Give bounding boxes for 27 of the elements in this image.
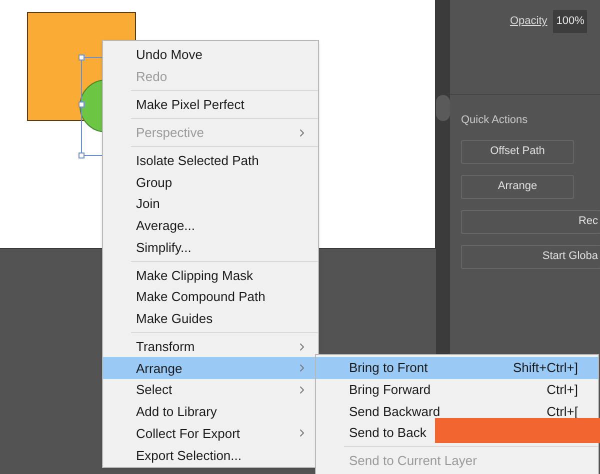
- menu-item[interactable]: Transform: [103, 336, 318, 358]
- menu-item[interactable]: Make Pixel Perfect: [103, 94, 318, 116]
- action-button[interactable]: Rec: [461, 210, 600, 234]
- menu-item[interactable]: Add to Library: [103, 400, 318, 422]
- opacity-field[interactable]: 100%: [553, 10, 588, 32]
- menu-item[interactable]: Collect For Export: [103, 422, 318, 444]
- menu-item[interactable]: Arrange: [103, 357, 318, 380]
- menu-item[interactable]: Bring Forward Ctrl+]: [316, 378, 598, 400]
- action-button[interactable]: Arrange: [461, 174, 574, 198]
- menu-item[interactable]: Average...: [103, 214, 318, 236]
- menu-item[interactable]: Isolate Selected Path: [103, 150, 318, 172]
- menu-item[interactable]: Send Backward Ctrl+[: [316, 400, 598, 422]
- menu-item[interactable]: Export Selection...: [103, 444, 318, 466]
- menu-item[interactable]: Join: [103, 193, 318, 215]
- menu-item[interactable]: Make Compound Path: [103, 286, 318, 308]
- menu-item[interactable]: Bring to Front Shift+Ctrl+]: [316, 357, 598, 379]
- menu-item[interactable]: Select: [103, 379, 318, 401]
- menu-item[interactable]: Make Clipping Mask: [103, 264, 318, 286]
- menu-item[interactable]: Simplify...: [103, 236, 318, 258]
- scrollbar-thumb[interactable]: [436, 95, 450, 121]
- menu-item[interactable]: Undo Move: [103, 44, 318, 66]
- menu-item[interactable]: Make Guides: [103, 308, 318, 330]
- action-button[interactable]: Offset Path: [461, 140, 574, 164]
- section-title: Quick Actions: [461, 113, 529, 128]
- action-button[interactable]: Start Globa: [461, 244, 600, 268]
- menu-item[interactable]: Group: [103, 171, 318, 194]
- opacity-label: Opacity: [510, 14, 548, 29]
